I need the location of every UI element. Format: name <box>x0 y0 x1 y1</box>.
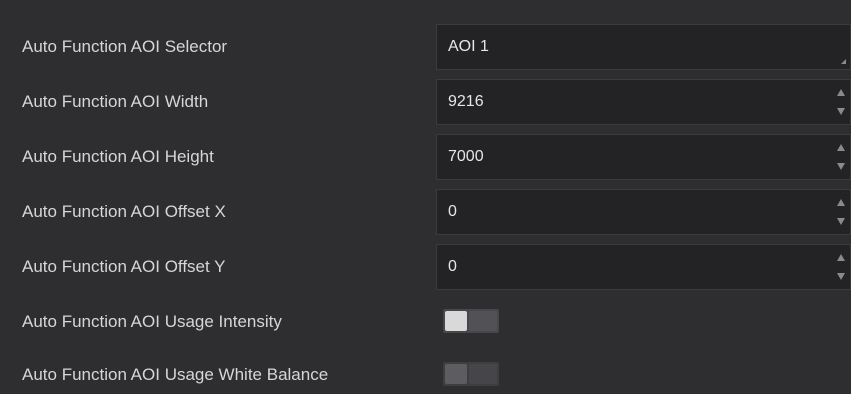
aoi-selector-dropdown[interactable]: AOI 1 <box>436 24 851 70</box>
aoi-offset-y-input[interactable]: 0 <box>436 244 851 290</box>
arrow-down-icon[interactable] <box>837 273 845 280</box>
aoi-offset-x-value: 0 <box>448 203 457 220</box>
aoi-selector-row: Auto Function AOI Selector AOI 1 <box>0 20 851 74</box>
arrow-down-icon[interactable] <box>837 218 845 225</box>
aoi-offset-y-label: Auto Function AOI Offset Y <box>22 257 226 276</box>
aoi-width-input[interactable]: 9216 <box>436 79 851 125</box>
aoi-offset-y-value: 0 <box>448 258 457 275</box>
aoi-width-spinner[interactable] <box>835 87 847 117</box>
aoi-height-label: Auto Function AOI Height <box>22 147 214 166</box>
toggle-knob <box>445 364 467 384</box>
aoi-offset-y-row: Auto Function AOI Offset Y 0 <box>0 240 851 294</box>
toggle-track <box>469 364 497 384</box>
toggle-track <box>469 311 497 331</box>
aoi-offset-x-input[interactable]: 0 <box>436 189 851 235</box>
arrow-down-icon[interactable] <box>837 108 845 115</box>
aoi-settings-panel: Auto Function AOI Selector AOI 1 Auto Fu… <box>0 0 851 394</box>
aoi-width-row: Auto Function AOI Width 9216 <box>0 75 851 129</box>
aoi-width-value: 9216 <box>448 93 484 110</box>
aoi-height-value: 7000 <box>448 148 484 165</box>
aoi-usage-white-balance-row: Auto Function AOI Usage White Balance <box>0 348 851 394</box>
arrow-up-icon[interactable] <box>837 199 845 206</box>
aoi-usage-intensity-toggle[interactable] <box>443 309 499 333</box>
aoi-height-row: Auto Function AOI Height 7000 <box>0 130 851 184</box>
aoi-usage-white-balance-label: Auto Function AOI Usage White Balance <box>22 365 329 384</box>
aoi-usage-white-balance-toggle[interactable] <box>443 362 499 386</box>
aoi-selector-value: AOI 1 <box>448 38 489 55</box>
aoi-selector-label: Auto Function AOI Selector <box>22 37 228 56</box>
aoi-height-input[interactable]: 7000 <box>436 134 851 180</box>
aoi-offset-x-label: Auto Function AOI Offset X <box>22 202 226 221</box>
arrow-up-icon[interactable] <box>837 89 845 96</box>
aoi-offset-y-spinner[interactable] <box>835 252 847 282</box>
aoi-width-label: Auto Function AOI Width <box>22 92 209 111</box>
aoi-offset-x-spinner[interactable] <box>835 197 847 227</box>
aoi-height-spinner[interactable] <box>835 142 847 172</box>
aoi-usage-intensity-row: Auto Function AOI Usage Intensity <box>0 295 851 349</box>
aoi-offset-x-row: Auto Function AOI Offset X 0 <box>0 185 851 239</box>
aoi-usage-intensity-label: Auto Function AOI Usage Intensity <box>22 312 282 331</box>
arrow-up-icon[interactable] <box>837 254 845 261</box>
arrow-down-icon[interactable] <box>837 163 845 170</box>
toggle-knob <box>445 311 467 331</box>
arrow-up-icon[interactable] <box>837 144 845 151</box>
dropdown-corner-icon[interactable] <box>841 59 846 64</box>
